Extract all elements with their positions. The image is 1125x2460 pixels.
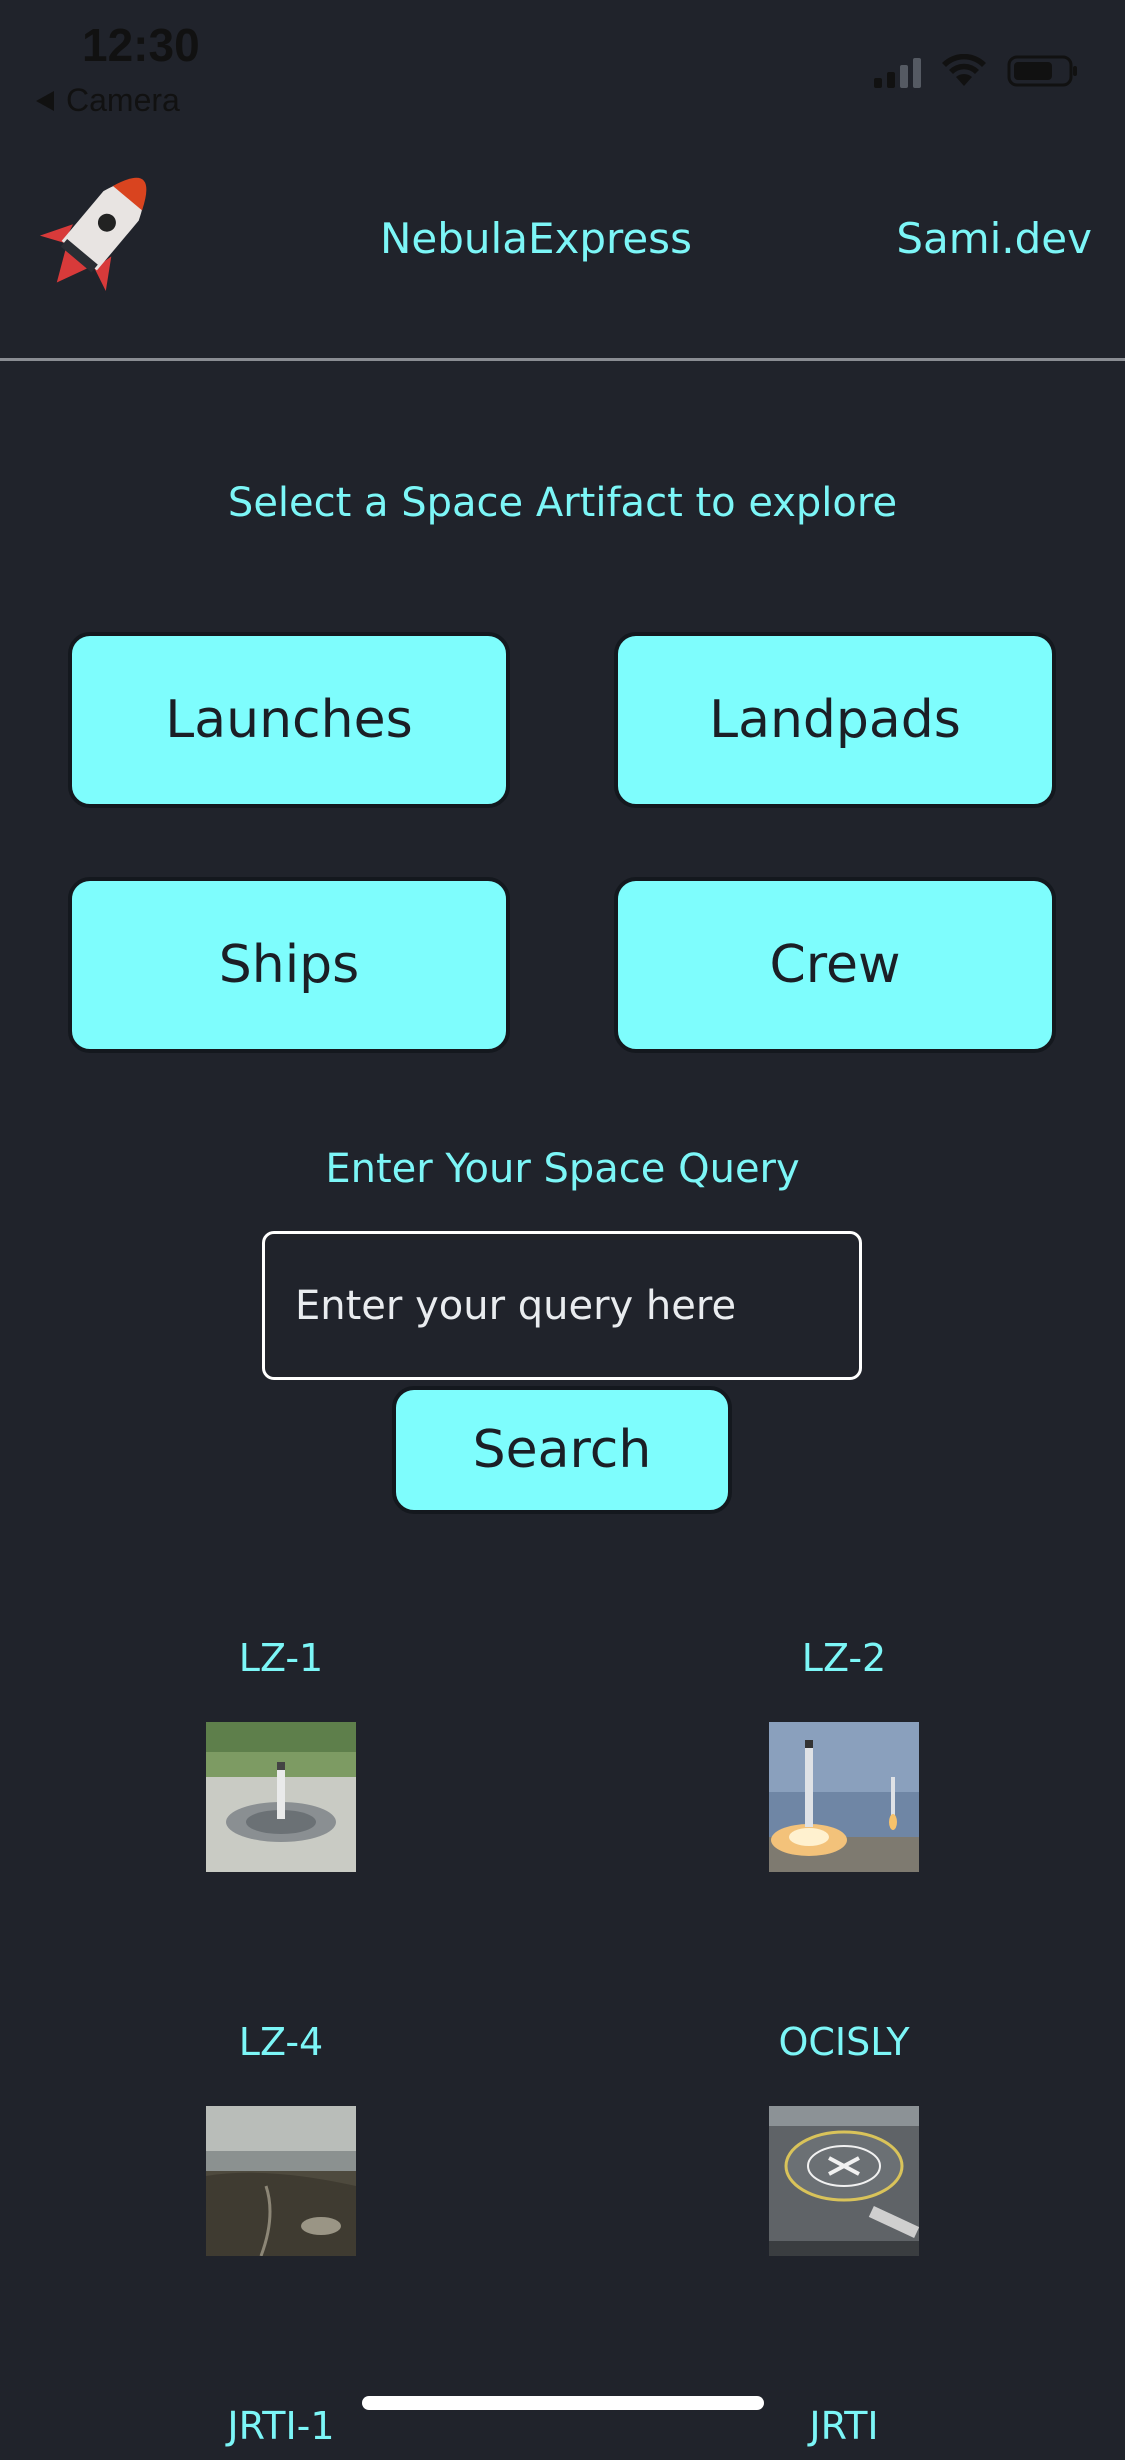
landpad-name: OCISLY (778, 2020, 910, 2064)
launches-button[interactable]: Launches (68, 632, 510, 808)
landpad-lz2-image[interactable] (769, 1722, 919, 1872)
search-button[interactable]: Search (392, 1386, 732, 1514)
status-bar: 12:30 Camera (0, 0, 1125, 130)
landpad-name: JRTI (809, 2404, 879, 2448)
landpad-card-lz1[interactable]: LZ-1 (81, 1636, 481, 1872)
site-link[interactable]: Sami.dev (896, 214, 1092, 263)
battery-icon (1007, 55, 1077, 87)
landpad-ocisly-image[interactable] (769, 2106, 919, 2256)
ships-button[interactable]: Ships (68, 877, 510, 1053)
status-icons (874, 48, 1079, 88)
crew-button[interactable]: Crew (614, 877, 1056, 1053)
header-divider (0, 358, 1125, 361)
landpad-name: LZ-4 (238, 2020, 324, 2064)
app-header: NebulaExpress Sami.dev (0, 130, 1125, 360)
rocket-logo-icon[interactable] (30, 150, 180, 300)
landpad-card-lz2[interactable]: LZ-2 (644, 1636, 1044, 1872)
brand-title[interactable]: NebulaExpress (380, 214, 692, 263)
landpad-card-lz4[interactable]: LZ-4 (81, 2020, 481, 2256)
landpad-name: LZ-1 (238, 1636, 324, 1680)
back-to-camera-link[interactable]: Camera (36, 82, 180, 119)
landpad-card-jrti1[interactable]: JRTI-1 (81, 2404, 481, 2460)
landpads-button[interactable]: Landpads (614, 632, 1056, 808)
landpad-name: JRTI-1 (227, 2404, 335, 2448)
explore-prompt: Select a Space Artifact to explore (227, 480, 898, 526)
back-arrow-icon (36, 90, 54, 111)
landpad-lz4-image[interactable] (206, 2106, 356, 2256)
landpad-lz1-image[interactable] (206, 1722, 356, 1872)
wifi-icon (942, 54, 986, 86)
back-label: Camera (66, 82, 180, 118)
query-input[interactable] (262, 1231, 862, 1380)
query-label: Enter Your Space Query (325, 1146, 800, 1192)
status-time: 12:30 (82, 19, 200, 71)
cellular-signal-icon (874, 56, 921, 88)
home-indicator[interactable] (362, 2396, 764, 2410)
landpad-name: LZ-2 (801, 1636, 887, 1680)
landpad-card-ocisly[interactable]: OCISLY (644, 2020, 1044, 2256)
landpad-card-jrti[interactable]: JRTI (644, 2404, 1044, 2460)
